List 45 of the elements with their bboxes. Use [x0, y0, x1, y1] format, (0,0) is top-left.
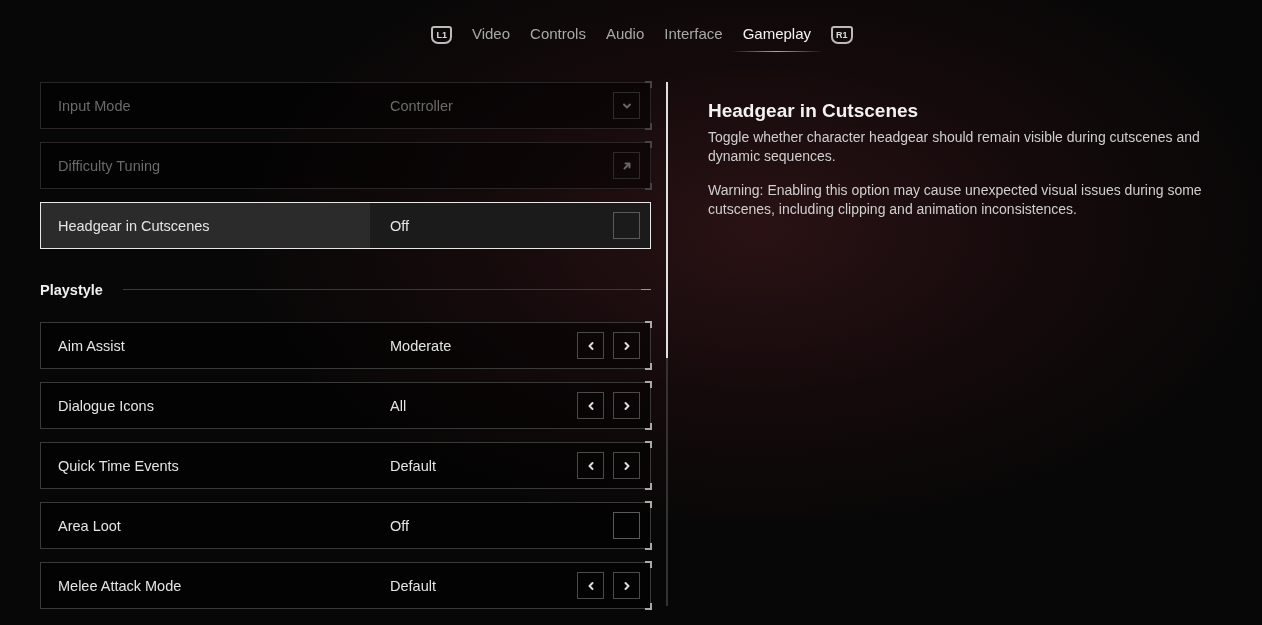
scrollbar[interactable] [666, 82, 668, 606]
category-tab[interactable]: Audio [605, 18, 645, 52]
details-description: Toggle whether character headgear should remain visible during cutscenes and dynamic sequences. [708, 128, 1201, 165]
previous-button[interactable] [577, 332, 604, 359]
arrow-up-right-icon [621, 160, 632, 171]
previous-button[interactable] [577, 452, 604, 479]
next-button[interactable] [613, 572, 640, 599]
next-button[interactable] [613, 332, 640, 359]
details-warning: Warning: Enabling this option may cause unexpected visual issues during some cutscenes, including clipping and animation inconsistences. [708, 181, 1203, 218]
bumper-key-hint: L1 [431, 26, 452, 44]
section-heading: Playstyle [40, 281, 103, 298]
setting-row[interactable]: Dialogue Icons All [40, 382, 651, 429]
scrollbar-thumb[interactable] [666, 82, 668, 358]
setting-label: Melee Attack Mode [57, 577, 183, 594]
setting-label: Difficulty Tuning [57, 157, 162, 174]
checkbox[interactable] [613, 512, 640, 539]
setting-row[interactable]: Aim Assist Moderate [40, 322, 651, 369]
category-tab[interactable]: Controls [530, 18, 586, 52]
setting-value: Controller [390, 97, 454, 114]
setting-value: Off [390, 517, 411, 534]
setting-value: Off [390, 217, 411, 234]
setting-row[interactable]: Quick Time Events Default [40, 442, 651, 489]
setting-label: Aim Assist [57, 337, 126, 354]
previous-button[interactable] [577, 392, 604, 419]
bumper-key-hint: R1 [831, 26, 853, 44]
setting-label: Input Mode [57, 97, 132, 114]
category-tab[interactable]: Interface [664, 18, 723, 52]
next-button[interactable] [613, 452, 640, 479]
setting-value: Moderate [390, 337, 453, 354]
setting-value: Default [390, 457, 437, 474]
setting-label: Area Loot [57, 517, 122, 534]
next-button[interactable] [613, 392, 640, 419]
setting-label: Quick Time Events [57, 457, 180, 474]
setting-label: Dialogue Icons [57, 397, 155, 414]
setting-value: Default [390, 577, 437, 594]
setting-row[interactable]: Area Loot Off [40, 502, 651, 549]
category-tab[interactable]: Video [471, 18, 511, 52]
category-tab[interactable]: Gameplay [730, 18, 824, 52]
previous-button[interactable] [577, 572, 604, 599]
setting-row[interactable]: Melee Attack Mode Default [40, 562, 651, 609]
setting-value: All [390, 397, 408, 414]
setting-row[interactable]: Headgear in Cutscenes Off [40, 202, 651, 249]
setting-label: Headgear in Cutscenes [57, 217, 211, 234]
details-title: Headgear in Cutscenes [708, 100, 920, 122]
checkbox[interactable] [613, 212, 640, 239]
